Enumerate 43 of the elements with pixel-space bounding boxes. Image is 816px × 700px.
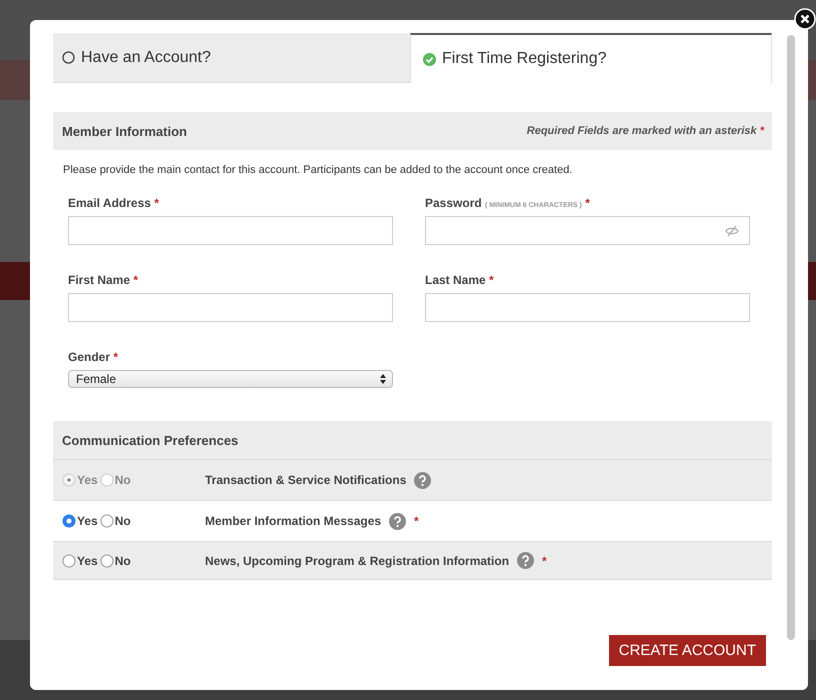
preference-label: Transaction & Service Notifications [205,473,406,487]
required-asterisk: * [133,273,138,287]
section-title: Communication Preferences [62,432,238,448]
input-field[interactable] [68,216,393,245]
preference-label: News, Upcoming Program & Registration Information [205,554,510,568]
radio-label[interactable]: No [114,554,131,568]
scrollbar[interactable] [787,35,795,640]
required-note: Required Fields are marked with an asterisk * [526,125,764,137]
required-asterisk: * [154,196,159,210]
section-title: Member Information [62,124,187,138]
required-asterisk: * [113,350,118,364]
gender-dropdown[interactable]: Female [68,370,393,388]
radio-label[interactable]: Yes [77,514,98,528]
updown-arrows-icon [380,374,386,384]
required-asterisk: * [489,273,494,287]
password-field[interactable] [425,216,750,245]
create-account-button[interactable]: CREATE ACCOUNT [608,635,766,666]
radio-button[interactable] [62,514,76,528]
tab[interactable]: Have an Account? [53,33,410,82]
input-field[interactable] [68,293,393,322]
field-label: Email Address [68,196,151,210]
check-circle-icon [423,52,436,66]
input-field[interactable] [425,293,750,322]
intro-text: Please provide the main contact for this account. Participants can be added to the account once created. [63,164,574,176]
tab[interactable]: First Time Registering? [410,33,772,83]
help-icon[interactable] [389,512,406,530]
radio-label[interactable]: No [114,514,131,528]
radio-button[interactable] [100,554,114,568]
help-icon[interactable] [517,552,534,569]
radio-button[interactable] [100,514,114,528]
required-asterisk: * [414,514,419,528]
radio-label[interactable]: Yes [77,554,98,568]
required-asterisk: * [542,554,547,568]
field-label: Gender [68,350,110,364]
close-icon[interactable] [794,8,816,30]
field-label: Last Name [425,273,486,287]
required-asterisk: * [585,196,590,210]
help-icon[interactable] [414,472,432,488]
circle-icon [62,51,75,64]
radio-button[interactable] [62,554,76,568]
field-label: First Name [68,273,130,287]
eye-slash-icon[interactable] [725,224,739,236]
preference-label: Member Information Messages [205,514,382,528]
